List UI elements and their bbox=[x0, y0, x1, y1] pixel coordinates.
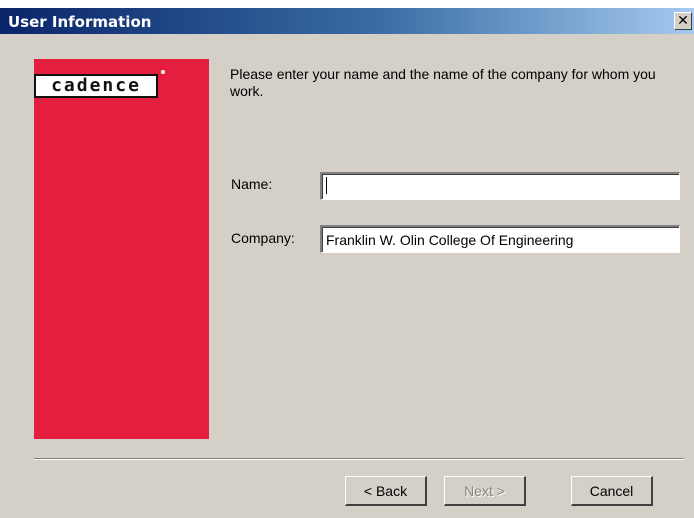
company-label: Company: bbox=[231, 230, 295, 246]
window-title: User Information bbox=[8, 13, 152, 31]
branding-panel bbox=[34, 59, 209, 439]
user-information-dialog: User Information ✕ cadence Please enter … bbox=[0, 0, 694, 518]
company-input[interactable] bbox=[320, 225, 680, 253]
cancel-button[interactable]: Cancel bbox=[571, 476, 653, 506]
logo-registered-mark bbox=[161, 70, 165, 74]
text-caret bbox=[326, 177, 327, 194]
next-button[interactable]: Next > bbox=[444, 476, 526, 506]
name-input[interactable] bbox=[320, 172, 680, 200]
background-strip bbox=[0, 0, 694, 8]
close-icon: ✕ bbox=[677, 12, 689, 28]
title-bar[interactable]: User Information ✕ bbox=[0, 8, 694, 34]
button-separator bbox=[34, 458, 684, 460]
cadence-logo: cadence bbox=[34, 74, 158, 98]
instruction-text: Please enter your name and the name of t… bbox=[230, 66, 656, 99]
name-label: Name: bbox=[231, 176, 273, 192]
back-button[interactable]: < Back bbox=[345, 476, 427, 506]
close-button[interactable]: ✕ bbox=[674, 12, 692, 30]
